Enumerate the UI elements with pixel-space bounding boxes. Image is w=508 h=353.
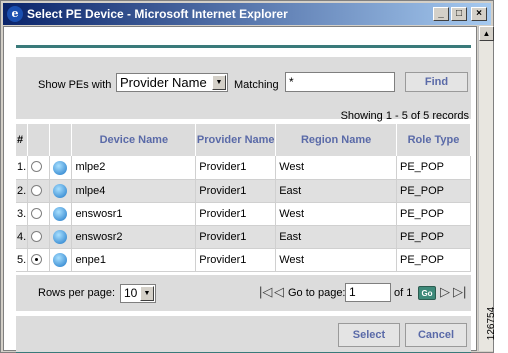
row-number: 3.	[16, 202, 29, 226]
rows-per-page-value: 10	[124, 286, 138, 300]
first-page-icon[interactable]: |◁	[259, 284, 272, 300]
device-name: mlpe4	[71, 179, 197, 203]
column-header-number: #	[16, 124, 29, 156]
provider-name: Provider1	[195, 202, 277, 226]
role-type: PE_POP	[396, 156, 471, 180]
page-number-input[interactable]: 1	[345, 283, 391, 302]
row-number: 2.	[16, 179, 29, 203]
table-header-row: # Device Name Provider Name Region Name …	[16, 124, 471, 156]
close-button[interactable]: ×	[471, 7, 487, 21]
column-header-region-name[interactable]: Region Name	[275, 124, 397, 156]
minimize-button[interactable]: _	[433, 7, 449, 21]
scroll-up-icon[interactable]: ▲	[479, 26, 494, 41]
attribute-select[interactable]: Provider Name ▼	[116, 73, 228, 92]
chevron-down-icon[interactable]: ▼	[212, 75, 226, 90]
rows-per-page-label: Rows per page:	[38, 287, 116, 299]
matching-label: Matching	[234, 79, 279, 91]
record-count: Showing 1 - 5 of 5 records	[340, 110, 469, 122]
figure-code: 126754	[486, 300, 507, 350]
row-radio-selected[interactable]	[31, 253, 43, 265]
page-count-label: of 1	[394, 287, 413, 299]
column-header-select	[27, 124, 51, 156]
row-radio[interactable]	[31, 184, 43, 196]
device-name: enswosr2	[71, 225, 197, 249]
vertical-scrollbar[interactable]: ▲	[478, 26, 494, 351]
column-header-provider-name[interactable]: Provider Name	[195, 124, 277, 156]
role-type: PE_POP	[396, 179, 471, 203]
device-icon	[53, 184, 68, 198]
column-header-icon	[49, 124, 73, 156]
device-name: enswosr1	[71, 202, 197, 226]
maximize-button[interactable]: □	[451, 7, 467, 21]
select-button[interactable]: Select	[338, 323, 400, 347]
page-number-value: 1	[349, 285, 356, 299]
region-name: East	[275, 179, 397, 203]
page-content: Show PEs with Provider Name ▼ Matching *…	[3, 26, 477, 353]
last-page-icon[interactable]: ▷|	[453, 284, 466, 300]
region-name: West	[275, 156, 397, 180]
go-to-page-label: Go to page:	[288, 287, 346, 299]
provider-name: Provider1	[195, 225, 277, 249]
row-number: 1.	[16, 156, 29, 180]
region-name: West	[275, 248, 397, 272]
show-pes-label: Show PEs with	[38, 79, 112, 91]
figure-code-text: 126754	[486, 306, 498, 341]
chevron-down-icon[interactable]: ▼	[140, 286, 154, 301]
select-pe-panel: Show PEs with Provider Name ▼ Matching *…	[16, 45, 471, 353]
column-header-role-type[interactable]: Role Type	[396, 124, 471, 156]
row-radio[interactable]	[31, 161, 43, 173]
internet-explorer-icon: e	[7, 6, 23, 22]
provider-name: Provider1	[195, 156, 277, 180]
region-name: West	[275, 202, 397, 226]
table-row[interactable]: 3. enswosr1 Provider1 West PE_POP	[16, 202, 471, 226]
table-row[interactable]: 2. mlpe4 Provider1 East PE_POP	[16, 179, 471, 203]
column-header-device-name[interactable]: Device Name	[71, 124, 197, 156]
previous-page-icon[interactable]: ◁	[274, 284, 284, 300]
attribute-select-value: Provider Name	[120, 75, 207, 90]
table-row[interactable]: 1. mlpe2 Provider1 West PE_POP	[16, 156, 471, 180]
device-icon	[53, 253, 68, 267]
title-bar[interactable]: e Select PE Device - Microsoft Internet …	[3, 3, 491, 25]
window-title: Select PE Device - Microsoft Internet Ex…	[27, 7, 288, 21]
pagination-bar: Rows per page: 10 ▼ |◁ ◁ Go to page: 1 o…	[16, 275, 471, 311]
table-row[interactable]: 4. enswosr2 Provider1 East PE_POP	[16, 225, 471, 249]
table-row[interactable]: 5. enpe1 Provider1 West PE_POP	[16, 248, 471, 272]
row-radio[interactable]	[31, 207, 43, 219]
row-radio[interactable]	[31, 230, 43, 242]
next-page-icon[interactable]: ▷	[440, 284, 450, 300]
device-icon	[53, 160, 68, 175]
role-type: PE_POP	[396, 248, 471, 272]
browser-window: e Select PE Device - Microsoft Internet …	[0, 0, 494, 353]
go-button[interactable]: Go	[418, 286, 436, 300]
role-type: PE_POP	[396, 225, 471, 249]
cancel-button[interactable]: Cancel	[405, 323, 467, 347]
device-icon	[53, 230, 68, 244]
match-input[interactable]: *	[285, 72, 395, 92]
row-number: 5.	[16, 248, 29, 272]
rows-per-page-select[interactable]: 10 ▼	[120, 284, 156, 303]
match-input-value: *	[289, 75, 294, 89]
role-type: PE_POP	[396, 202, 471, 226]
action-bar: Select Cancel	[16, 316, 471, 352]
region-name: East	[275, 225, 397, 249]
device-icon	[53, 207, 68, 221]
pe-device-table: # Device Name Provider Name Region Name …	[16, 124, 471, 272]
provider-name: Provider1	[195, 179, 277, 203]
device-name: enpe1	[71, 248, 197, 272]
provider-name: Provider1	[195, 248, 277, 272]
row-number: 4.	[16, 225, 29, 249]
find-button[interactable]: Find	[405, 72, 468, 92]
device-name: mlpe2	[71, 156, 197, 180]
